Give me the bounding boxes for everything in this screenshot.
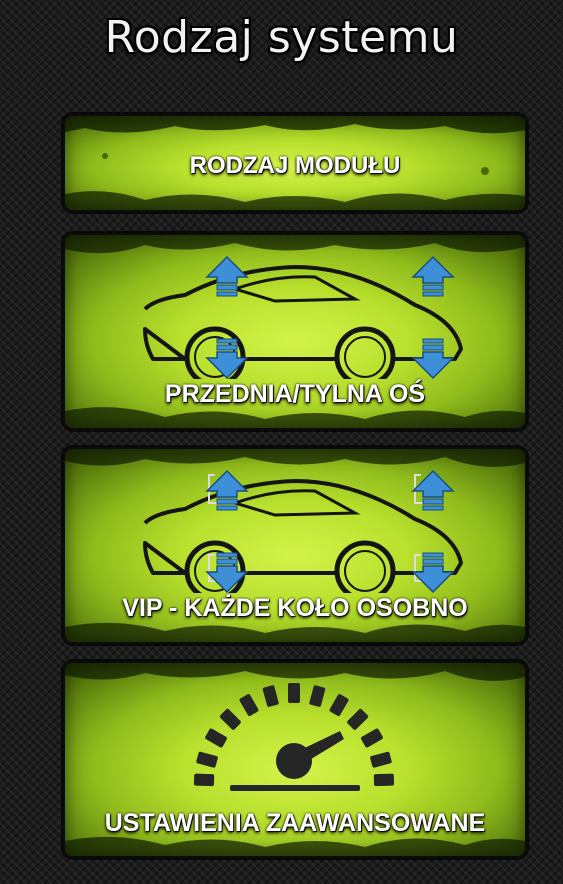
up-arrow-icon — [411, 469, 455, 511]
up-arrow-icon — [205, 469, 249, 511]
module-type-label: RODZAJ MODUŁU — [189, 152, 401, 179]
axle-mode-button[interactable]: PRZEDNIA/TYLNA OŚ — [63, 233, 527, 430]
gauge-icon — [193, 683, 395, 791]
advanced-settings-label: USTAWIENIA ZAAWANSOWANE — [104, 809, 486, 837]
car-axle-icon — [143, 255, 463, 379]
down-arrow-icon — [411, 552, 455, 593]
page-title: Rodzaj systemu — [104, 12, 459, 63]
down-arrow-icon — [411, 338, 455, 379]
vip-mode-button[interactable]: VIP - KAŻDE KOŁO OSOBNO — [63, 447, 527, 644]
down-arrow-icon — [205, 338, 249, 379]
vip-mode-label: VIP - KAŻDE KOŁO OSOBNO — [122, 594, 468, 622]
up-arrow-icon — [411, 255, 455, 297]
up-arrow-icon — [205, 255, 249, 297]
axle-mode-label: PRZEDNIA/TYLNA OŚ — [164, 380, 426, 408]
advanced-settings-button[interactable]: USTAWIENIA ZAAWANSOWANE — [63, 661, 527, 858]
module-type-button[interactable]: RODZAJ MODUŁU — [63, 114, 527, 212]
car-four-wheel-icon — [143, 469, 463, 593]
down-arrow-icon — [205, 552, 249, 593]
